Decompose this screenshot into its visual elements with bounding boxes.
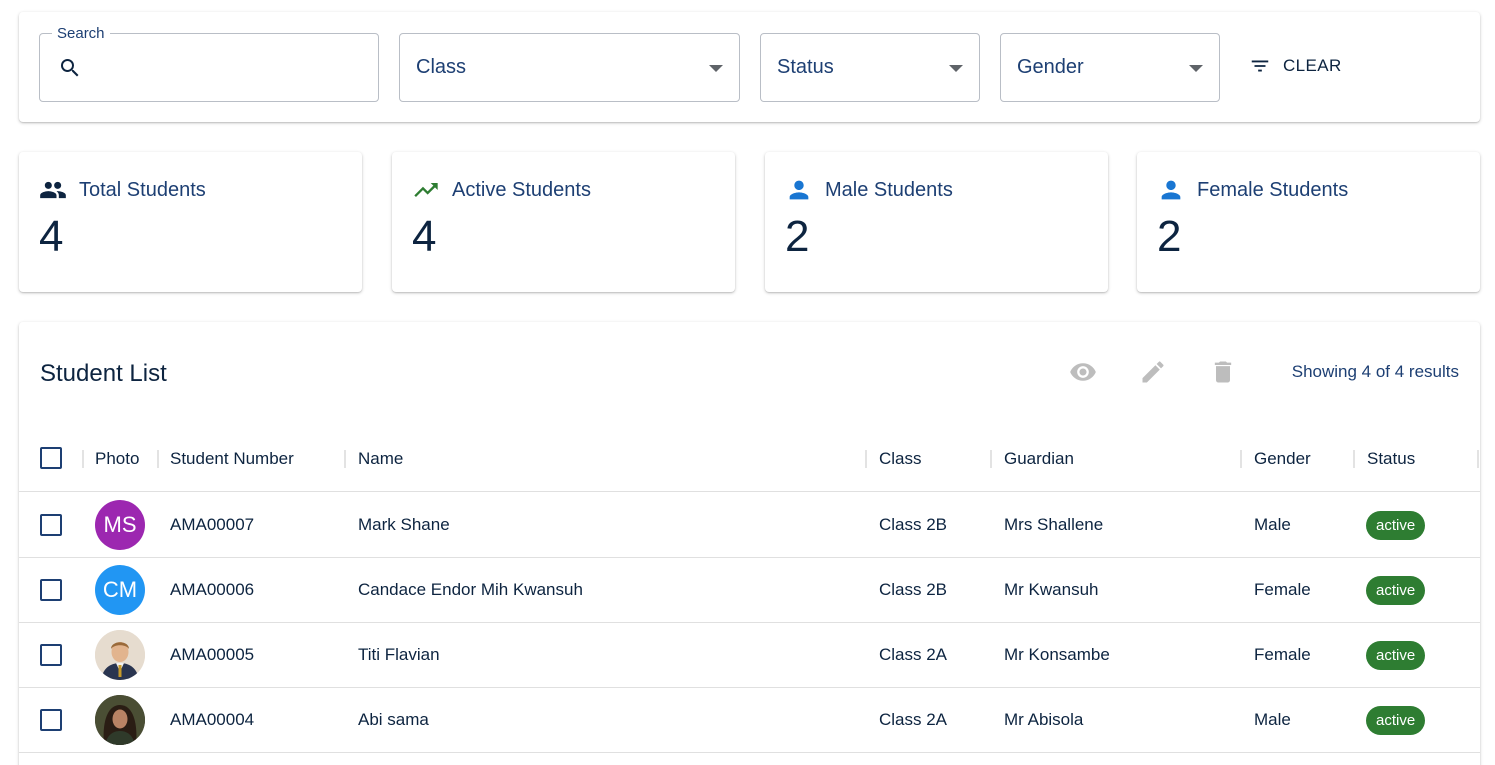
- gender-select-label: Gender: [1017, 56, 1084, 78]
- stat-value: 2: [1157, 212, 1182, 261]
- filter-list-icon: [1251, 60, 1269, 72]
- class-select[interactable]: Class: [399, 33, 740, 102]
- student-guardian: Mr Konsambe: [1004, 645, 1110, 664]
- stat-value: 2: [785, 212, 810, 261]
- status-select[interactable]: Status: [760, 33, 980, 102]
- person-icon: [1161, 180, 1181, 200]
- student-class: Class 2B: [879, 515, 948, 534]
- view-icon[interactable]: [1069, 358, 1097, 386]
- student-guardian: Mr Kwansuh: [1004, 580, 1099, 599]
- trending-up-icon: [414, 183, 438, 197]
- student-name: Candace Endor Mih Kwansuh: [358, 580, 583, 599]
- student-list-panel: Student List Showing 4 of 4 results Phot…: [19, 322, 1480, 765]
- table-row[interactable]: CM AMA00006 Candace Endor Mih Kwansuh Cl…: [19, 558, 1480, 623]
- table-row[interactable]: AMA00004 Abi sama Class 2A Mr Abisola Ma…: [19, 688, 1480, 753]
- list-title: Student List: [40, 360, 167, 387]
- group-icon: [40, 181, 66, 199]
- student-class: Class 2B: [879, 580, 948, 599]
- stat-title: Active Students: [452, 178, 591, 201]
- chevron-down-icon: [1189, 65, 1203, 72]
- status-select-label: Status: [777, 56, 834, 78]
- status-badge: active: [1366, 511, 1426, 540]
- column-header-photo[interactable]: Photo: [95, 449, 139, 469]
- class-select-label: Class: [416, 56, 467, 78]
- avatar: MS: [95, 500, 145, 550]
- student-gender: Male: [1254, 515, 1291, 534]
- column-separator: [344, 450, 346, 468]
- search-icon: [61, 59, 79, 77]
- avatar-initials: MS: [103, 512, 137, 537]
- table-row[interactable]: MS AMA00007 Mark Shane Class 2B Mrs Shal…: [19, 493, 1480, 558]
- delete-icon[interactable]: [1209, 358, 1237, 386]
- search-label: Search: [52, 25, 110, 42]
- student-photo-icon: [95, 630, 145, 680]
- results-count: Showing 4 of 4 results: [1291, 362, 1459, 381]
- table-row[interactable]: AMA00005 Titi Flavian Class 2A Mr Konsam…: [19, 623, 1480, 688]
- student-name: Mark Shane: [358, 515, 450, 534]
- student-number: AMA00007: [170, 515, 255, 534]
- column-separator: [1477, 450, 1479, 468]
- column-header-class[interactable]: Class: [879, 449, 922, 469]
- student-gender: Female: [1254, 580, 1311, 599]
- edit-icon[interactable]: [1139, 358, 1167, 386]
- row-checkbox[interactable]: [40, 709, 62, 731]
- student-class: Class 2A: [879, 645, 948, 664]
- column-header-name[interactable]: Name: [358, 449, 403, 469]
- column-separator: [1240, 450, 1242, 468]
- column-header-student-number[interactable]: Student Number: [170, 449, 294, 469]
- student-name: Titi Flavian: [358, 645, 440, 664]
- status-badge: active: [1366, 706, 1426, 735]
- status-badge: active: [1366, 576, 1426, 605]
- student-photo-icon: [95, 695, 145, 745]
- column-header-guardian[interactable]: Guardian: [1004, 449, 1074, 469]
- column-separator: [157, 450, 159, 468]
- column-header-gender[interactable]: Gender: [1254, 449, 1311, 469]
- chevron-down-icon: [949, 65, 963, 72]
- stat-title: Female Students: [1197, 178, 1349, 201]
- row-checkbox[interactable]: [40, 514, 62, 536]
- student-guardian: Mr Abisola: [1004, 710, 1084, 729]
- column-separator: [990, 450, 992, 468]
- avatar-photo: [95, 695, 145, 745]
- gender-select[interactable]: Gender: [1000, 33, 1220, 102]
- stat-card-active: Active Students 4: [392, 152, 735, 292]
- column-separator: [82, 450, 84, 468]
- row-checkbox[interactable]: [40, 644, 62, 666]
- avatar-photo: [95, 630, 145, 680]
- column-header-status[interactable]: Status: [1367, 449, 1415, 469]
- select-all-checkbox[interactable]: [40, 447, 62, 469]
- student-gender: Male: [1254, 710, 1291, 729]
- stat-title: Total Students: [79, 178, 206, 201]
- column-separator: [1353, 450, 1355, 468]
- student-number: AMA00005: [170, 645, 255, 664]
- student-number: AMA00006: [170, 580, 255, 599]
- clear-label: CLEAR: [1283, 56, 1342, 75]
- student-number: AMA00004: [170, 710, 255, 729]
- stat-title: Male Students: [825, 178, 953, 201]
- filter-bar: Search Class Status Gender CLEAR: [19, 12, 1480, 122]
- status-badge: active: [1366, 641, 1426, 670]
- avatar: CM: [95, 565, 145, 615]
- search-input[interactable]: Search: [39, 25, 379, 102]
- column-separator: [865, 450, 867, 468]
- student-name: Abi sama: [358, 710, 429, 729]
- clear-filters-button[interactable]: CLEAR: [1241, 48, 1350, 84]
- table-header: Photo Student Number Name Class Guardian…: [19, 426, 1480, 492]
- student-class: Class 2A: [879, 710, 948, 729]
- student-guardian: Mrs Shallene: [1004, 515, 1104, 534]
- stat-card-male: Male Students 2: [765, 152, 1108, 292]
- stat-card-total: Total Students 4: [19, 152, 362, 292]
- person-icon: [789, 180, 809, 200]
- avatar-initials: CM: [102, 577, 138, 602]
- stat-card-female: Female Students 2: [1137, 152, 1480, 292]
- row-checkbox[interactable]: [40, 579, 62, 601]
- stat-value: 4: [412, 212, 437, 261]
- student-gender: Female: [1254, 645, 1311, 664]
- chevron-down-icon: [709, 65, 723, 72]
- stat-value: 4: [39, 212, 64, 261]
